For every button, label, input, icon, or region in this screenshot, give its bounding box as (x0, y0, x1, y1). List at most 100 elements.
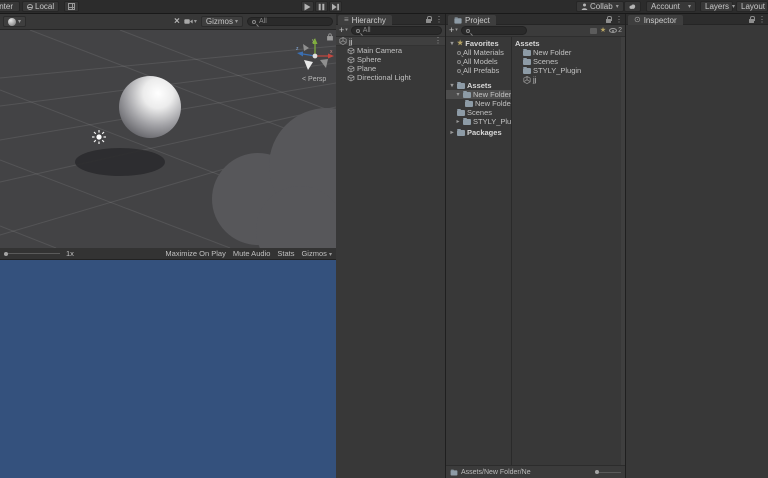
tree-item-packages[interactable]: Packages (446, 128, 511, 137)
sphere-shadow (75, 148, 165, 176)
foldout-icon[interactable] (455, 91, 461, 98)
maximize-on-play-button[interactable]: Maximize On Play (165, 249, 225, 258)
game-gizmos-dropdown[interactable]: Gizmos ▾ (301, 249, 332, 258)
item-label: Sphere (357, 55, 382, 64)
game-scale-slider[interactable] (4, 251, 60, 256)
foldout-icon[interactable] (449, 82, 455, 89)
lock-icon[interactable] (749, 16, 756, 23)
add-label: + (449, 25, 455, 35)
tab-hierarchy[interactable]: ≡ Hierarchy (338, 15, 392, 25)
unity-asset-icon (523, 76, 531, 84)
stats-button[interactable]: Stats (277, 249, 294, 258)
layers-label: Layers (705, 2, 730, 11)
foldout-icon[interactable] (455, 118, 461, 125)
panel-menu-icon[interactable] (615, 16, 623, 24)
tree-item-scenes[interactable]: Scenes (446, 108, 511, 117)
local-global-toggle-button[interactable]: Local (22, 1, 60, 12)
tree-item-new-folder-1[interactable]: New Folder 1 (446, 99, 511, 108)
content-item-new-folder[interactable]: New Folder (512, 48, 625, 57)
pivot-toggle-button[interactable]: Center (0, 1, 20, 12)
lock-icon[interactable] (606, 16, 613, 23)
tree-item-all-prefabs[interactable]: All Prefabs (446, 66, 511, 75)
content-item-jj-scene[interactable]: jj (512, 75, 625, 84)
tree-item-assets[interactable]: Assets (446, 81, 511, 90)
save-search-icon[interactable] (600, 27, 606, 34)
game-viewport[interactable] (0, 260, 336, 478)
folder-icon (523, 57, 531, 65)
lock-icon[interactable] (426, 16, 433, 23)
hierarchy-item-sphere[interactable]: Sphere (336, 55, 445, 64)
tree-item-new-folder[interactable]: New Folder (446, 90, 511, 99)
search-query-icon (457, 50, 461, 55)
asset-zoom-slider[interactable] (595, 470, 621, 474)
add-label: + (339, 25, 345, 35)
layers-dropdown[interactable]: Layers (700, 1, 733, 12)
folder-icon (463, 90, 471, 98)
add-asset-button[interactable]: + (449, 26, 458, 35)
scene-menu-icon[interactable] (434, 37, 442, 45)
scene-header-row[interactable]: jj (336, 37, 445, 46)
search-by-type-icon[interactable] (589, 27, 597, 34)
scene-camera-dropdown[interactable]: ▾ (184, 18, 197, 25)
breadcrumb: Assets/New Folder/Ne (461, 468, 531, 476)
person-icon (581, 3, 588, 10)
cloud-object (212, 108, 336, 248)
tab-project-label: Project (465, 15, 490, 25)
hierarchy-item-plane[interactable]: Plane (336, 64, 445, 73)
sphere-object[interactable] (119, 76, 181, 138)
tree-label: STYLY_Plugin (473, 117, 511, 126)
scene-name: jj (349, 36, 353, 46)
tab-inspector[interactable]: ⊙ Inspector (628, 15, 683, 25)
tree-item-all-materials[interactable]: All Materials (446, 48, 511, 57)
panel-menu-icon[interactable] (758, 16, 766, 24)
scene-gizmos-label: Gizmos (205, 17, 233, 26)
search-icon (465, 28, 470, 33)
layout-dropdown[interactable]: Layout (736, 1, 768, 12)
content-item-styly-plugin[interactable]: STYLY_Plugin (512, 66, 625, 75)
hierarchy-item-main-camera[interactable]: Main Camera (336, 46, 445, 55)
gizmo-front-cone[interactable] (304, 60, 313, 70)
tab-project[interactable]: Project (448, 15, 496, 25)
hierarchy-search-text: All (362, 27, 371, 34)
persp-label[interactable]: < Persp (302, 76, 326, 83)
hierarchy-search-input[interactable]: All (350, 26, 442, 35)
scene-viewport[interactable]: y x z < Persp (0, 30, 336, 248)
hierarchy-toolbar: + All (336, 25, 445, 37)
scene-search-input[interactable]: All (247, 17, 333, 26)
project-search-input[interactable] (460, 26, 528, 35)
tree-item-styly-plugin[interactable]: STYLY_Plugin (446, 117, 511, 126)
scene-search-text: All (259, 18, 267, 25)
scene-tools-icon[interactable]: × (174, 16, 180, 27)
tree-item-favorites[interactable]: Favorites (446, 39, 511, 48)
directional-light-gizmo[interactable] (92, 130, 106, 144)
tree-item-all-models[interactable]: All Models (446, 57, 511, 66)
mute-audio-button[interactable]: Mute Audio (233, 249, 271, 258)
tree-label: Scenes (467, 108, 493, 117)
play-button[interactable] (301, 1, 314, 12)
account-dropdown[interactable]: Account (646, 1, 696, 12)
folder-icon (523, 66, 531, 74)
cloud-services-button[interactable] (624, 1, 641, 12)
foldout-icon[interactable] (449, 129, 455, 136)
folder-icon (463, 117, 471, 125)
tree-label: Packages (467, 128, 502, 137)
hierarchy-item-directional-light[interactable]: Directional Light (336, 73, 445, 82)
game-scale-label: 1x (66, 249, 74, 258)
inspector-icon: ⊙ (634, 15, 641, 24)
cloud-icon (629, 3, 636, 10)
panel-menu-icon[interactable] (435, 16, 443, 24)
add-gameobject-button[interactable]: + (339, 26, 348, 35)
account-label: Account (651, 2, 680, 11)
pause-button[interactable] (315, 1, 328, 12)
step-button[interactable] (329, 1, 342, 12)
scene-gizmos-dropdown[interactable]: Gizmos ▾ (200, 16, 243, 27)
foldout-icon[interactable] (449, 40, 455, 47)
project-scrollbar[interactable] (621, 37, 625, 465)
draw-mode-dropdown[interactable]: ▾ (3, 16, 27, 27)
hidden-packages-toggle[interactable]: 2 (609, 27, 622, 34)
hierarchy-icon: ≡ (344, 15, 349, 24)
collab-button[interactable]: Collab (576, 1, 624, 12)
content-item-scenes[interactable]: Scenes (512, 57, 625, 66)
snap-settings-button[interactable] (64, 1, 79, 12)
hierarchy-tabbar: ≡ Hierarchy (336, 14, 445, 25)
